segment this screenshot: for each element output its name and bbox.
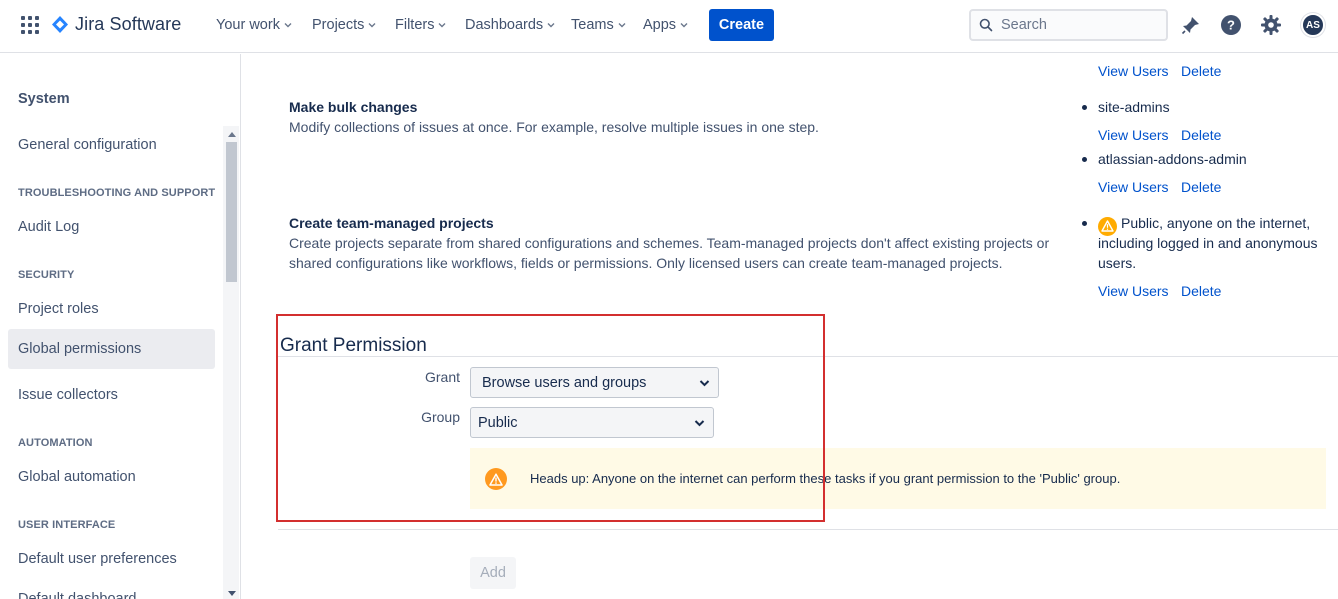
delete-link[interactable]: Delete	[1181, 63, 1221, 79]
warning-notice: Heads up: Anyone on the internet can per…	[470, 448, 1326, 509]
group-name-line: including logged in and anonymous	[1098, 235, 1318, 251]
nav-label: Dashboards	[465, 17, 544, 33]
sidebar-item-global-permissions[interactable]: Global permissions	[8, 329, 215, 369]
nav-projects[interactable]: Projects	[312, 17, 377, 33]
grant-label: Grant	[424, 369, 460, 385]
product-name: Jira Software	[75, 14, 182, 34]
delete-link[interactable]: Delete	[1181, 179, 1221, 195]
view-users-link[interactable]: View Users	[1098, 63, 1169, 79]
permission-title: Create team-managed projects	[289, 215, 494, 231]
grant-permission-heading: Grant Permission	[280, 335, 427, 356]
main-content: View Users Delete Make bulk changes Modi…	[242, 54, 1338, 599]
nav-label: Teams	[571, 17, 614, 33]
chevron-down-icon	[618, 23, 626, 28]
chevron-down-icon	[368, 23, 376, 28]
group-selected-value: Public	[478, 414, 518, 431]
help-icon: ?	[1221, 15, 1241, 35]
nav-filters[interactable]: Filters	[395, 17, 447, 33]
view-users-link[interactable]: View Users	[1098, 127, 1169, 143]
grant-select[interactable]: Browse users and groups	[470, 367, 719, 398]
nav-label: Projects	[312, 17, 365, 33]
search-icon	[979, 18, 993, 32]
group-name-line: users.	[1098, 255, 1137, 271]
delete-link[interactable]: Delete	[1181, 127, 1221, 143]
sidebar-heading-user-interface: USER INTERFACE	[18, 519, 116, 531]
settings-button[interactable]	[1259, 13, 1283, 37]
nav-apps[interactable]: Apps	[643, 17, 689, 33]
permission-description-line-1: Create projects separate from shared con…	[289, 235, 1050, 251]
sidebar-item-issue-collectors[interactable]: Issue collectors	[8, 375, 215, 415]
notice-text: Heads up: Anyone on the internet can per…	[530, 471, 1121, 486]
chevron-down-icon	[694, 420, 705, 427]
nav-teams[interactable]: Teams	[571, 17, 627, 33]
permission-description: Modify collections of issues at once. Fo…	[289, 119, 819, 135]
permission-title: Make bulk changes	[289, 99, 418, 115]
sidebar-item-global-automation[interactable]: Global automation	[8, 457, 215, 497]
sidebar-item-audit-log[interactable]: Audit Log	[8, 207, 215, 247]
scroll-up-arrow-icon[interactable]	[228, 132, 236, 137]
nav-your-work[interactable]: Your work	[216, 17, 293, 33]
sidebar-item-default-user-preferences[interactable]: Default user preferences	[8, 539, 215, 579]
sidebar-scrollbar[interactable]	[223, 126, 239, 599]
grant-selected-value: Browse users and groups	[482, 374, 647, 391]
sidebar-item-project-roles[interactable]: Project roles	[8, 289, 215, 329]
help-button[interactable]: ?	[1219, 13, 1243, 37]
nav-label: Your work	[216, 17, 280, 33]
search-input[interactable]	[1001, 17, 1151, 33]
search-box[interactable]	[969, 9, 1168, 41]
view-users-link[interactable]: View Users	[1098, 283, 1169, 299]
view-users-link[interactable]: View Users	[1098, 179, 1169, 195]
chevron-down-icon	[680, 23, 688, 28]
nav-label: Apps	[643, 17, 677, 33]
add-button[interactable]: Add	[470, 557, 516, 589]
sidebar-item-default-dashboard[interactable]: Default dashboard	[8, 579, 215, 599]
app-switcher-icon[interactable]	[21, 16, 39, 34]
scroll-down-arrow-icon[interactable]	[228, 591, 236, 596]
top-navigation: Jira Software Your work Projects Filters…	[0, 0, 1338, 53]
group-name-line: Public, anyone on the internet,	[1121, 215, 1311, 231]
sidebar-heading-security: SECURITY	[18, 269, 75, 281]
group-name: site-admins	[1082, 99, 1170, 115]
scrollbar-thumb[interactable]	[226, 142, 237, 282]
create-button[interactable]: Create	[709, 9, 774, 41]
nav-dashboards[interactable]: Dashboards	[465, 17, 556, 33]
chevron-down-icon	[547, 23, 555, 28]
sidebar-heading-automation: AUTOMATION	[18, 437, 93, 449]
sidebar-item-general-configuration[interactable]: General configuration	[8, 125, 215, 165]
warning-icon	[485, 468, 507, 490]
jira-logo-icon	[52, 15, 68, 33]
settings-icon	[1261, 15, 1281, 35]
group-select[interactable]: Public	[470, 407, 714, 438]
admin-sidebar: System General configuration TROUBLESHOO…	[0, 54, 241, 599]
chevron-down-icon	[284, 23, 292, 28]
notifications-button[interactable]	[1179, 13, 1203, 37]
group-label: Group	[421, 409, 460, 425]
sidebar-heading-troubleshooting: TROUBLESHOOTING AND SUPPORT	[18, 187, 216, 199]
group-name: atlassian-addons-admin	[1082, 151, 1247, 167]
divider	[278, 529, 1338, 530]
sidebar-title: System	[18, 91, 70, 107]
svg-text:?: ?	[1227, 18, 1235, 33]
jira-logo[interactable]: Jira Software	[51, 14, 181, 35]
nav-label: Filters	[395, 17, 435, 33]
notifications-icon	[1181, 17, 1199, 35]
permission-description-line-2: shared configurations like workflows, fi…	[289, 255, 1003, 271]
delete-link[interactable]: Delete	[1181, 283, 1221, 299]
user-avatar[interactable]: AS	[1301, 13, 1325, 37]
chevron-down-icon	[438, 23, 446, 28]
chevron-down-icon	[699, 380, 710, 387]
divider	[278, 356, 1338, 357]
